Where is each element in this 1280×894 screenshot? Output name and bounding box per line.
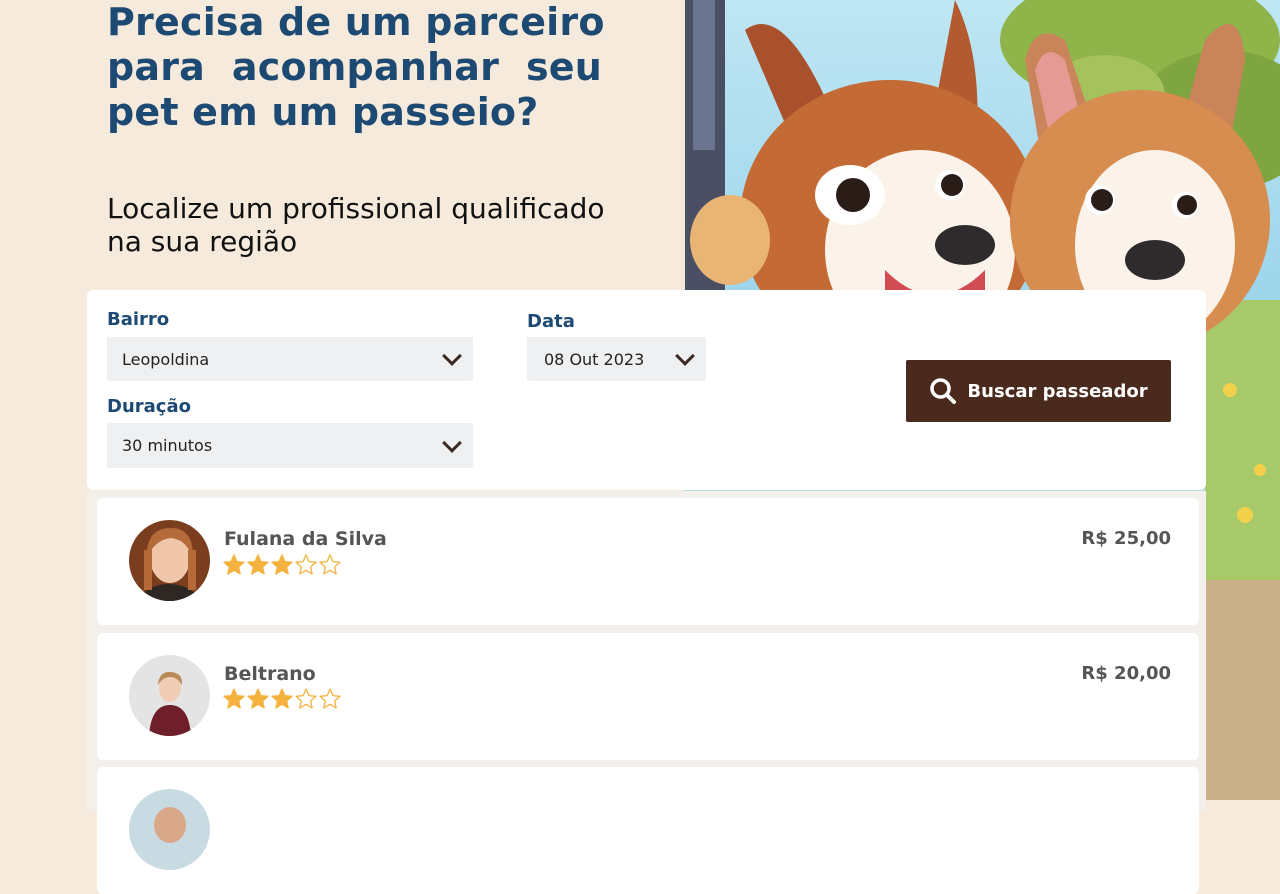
- avatar: [129, 520, 210, 601]
- hero-title: Precisa de um parceiro para acompanhar s…: [107, 0, 667, 135]
- date-label: Data: [527, 311, 575, 332]
- walker-card[interactable]: [97, 767, 1199, 894]
- neighborhood-select[interactable]: Leopoldina: [107, 337, 473, 381]
- duration-label: Duração: [107, 396, 191, 417]
- walker-name: Beltrano: [224, 663, 316, 685]
- date-value: 08 Out 2023: [544, 349, 645, 369]
- duration-value: 30 minutos: [122, 436, 213, 455]
- star-filled-icon: [247, 554, 269, 575]
- star-empty-icon: [295, 688, 317, 709]
- star-empty-icon: [319, 554, 341, 575]
- avatar: [129, 789, 210, 870]
- hero-subtitle-line: na sua região: [107, 225, 298, 258]
- walker-card[interactable]: Beltrano R$ 20,00: [97, 633, 1199, 760]
- walker-price: R$ 20,00: [1081, 663, 1171, 684]
- hero-title-line: Precisa de um parceiro: [107, 0, 605, 44]
- search-icon: [930, 378, 957, 404]
- star-filled-icon: [247, 688, 269, 709]
- neighborhood-value: Leopoldina: [122, 349, 210, 369]
- walker-card[interactable]: Fulana da Silva R$ 25,00: [97, 498, 1199, 625]
- chevron-down-icon: [442, 432, 462, 453]
- star-filled-icon: [223, 688, 245, 709]
- walker-name: Fulana da Silva: [224, 528, 387, 550]
- walker-rating: [222, 687, 342, 711]
- star-empty-icon: [319, 688, 341, 709]
- date-picker[interactable]: 08 Out 2023: [527, 337, 706, 381]
- chevron-down-icon: [675, 346, 695, 366]
- search-walker-button-label: Buscar passeador: [967, 380, 1148, 402]
- search-form: Bairro Leopoldina Duração 30 minutos Dat…: [87, 290, 1206, 490]
- walker-rating: [222, 553, 342, 577]
- neighborhood-label: Bairro: [107, 309, 170, 330]
- hero-title-line: pet em um passeio?: [107, 90, 539, 134]
- chevron-down-icon: [442, 346, 462, 366]
- star-filled-icon: [223, 554, 245, 575]
- star-filled-icon: [271, 688, 293, 709]
- hero-title-line: para acompanhar seu: [107, 45, 602, 89]
- search-walker-button[interactable]: Buscar passeador: [906, 360, 1171, 422]
- star-empty-icon: [295, 554, 317, 575]
- walker-price: R$ 25,00: [1081, 528, 1171, 549]
- walker-results-list: Fulana da Silva R$ 25,00 Beltrano R$ 20,…: [87, 491, 1206, 894]
- hero-subtitle-line: Localize um profissional qualificado: [107, 192, 605, 225]
- duration-select[interactable]: 30 minutos: [107, 423, 473, 468]
- avatar: [129, 655, 210, 736]
- star-filled-icon: [271, 554, 293, 575]
- hero-subtitle: Localize um profissional qualificado na …: [107, 192, 667, 258]
